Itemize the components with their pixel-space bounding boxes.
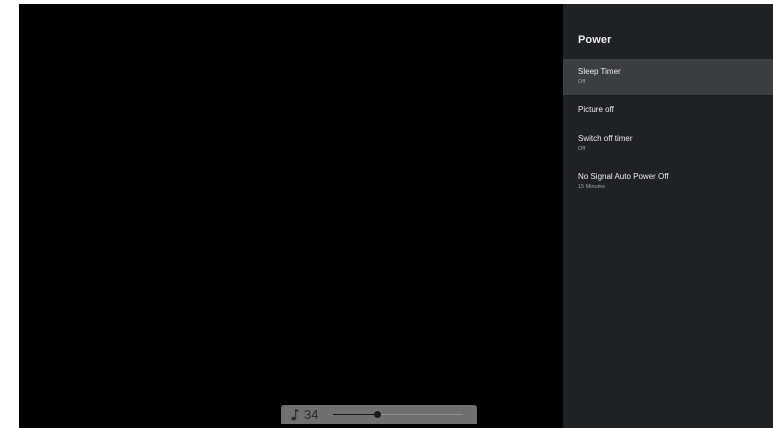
menu-item-picture-off[interactable]: Picture off (563, 95, 773, 129)
menu-item-label: Switch off timer (578, 134, 633, 143)
volume-slider[interactable] (333, 411, 463, 418)
menu-item-value: Off (578, 79, 586, 85)
menu-item-label: Picture off (578, 105, 614, 114)
panel-title: Power (578, 34, 612, 46)
power-settings-panel: Power Sleep Timer Off Picture off Switch… (563, 4, 773, 428)
menu-item-sleep-timer[interactable]: Sleep Timer Off (563, 59, 773, 95)
menu-item-no-signal-auto-power-off[interactable]: No Signal Auto Power Off 15 Minutes (563, 165, 773, 203)
volume-slider-fill (333, 414, 378, 415)
music-note-icon (291, 409, 299, 421)
menu-item-value: Off (578, 146, 586, 152)
volume-slider-knob[interactable] (373, 411, 381, 418)
volume-value: 34 (304, 407, 319, 422)
tv-screen: Power Sleep Timer Off Picture off Switch… (19, 4, 773, 428)
menu-item-switch-off-timer[interactable]: Switch off timer Off (563, 129, 773, 165)
menu-item-label: No Signal Auto Power Off (578, 172, 669, 181)
volume-osd: 34 (281, 405, 477, 424)
menu-item-label: Sleep Timer (578, 67, 621, 76)
menu-item-value: 15 Minutes (578, 184, 605, 190)
